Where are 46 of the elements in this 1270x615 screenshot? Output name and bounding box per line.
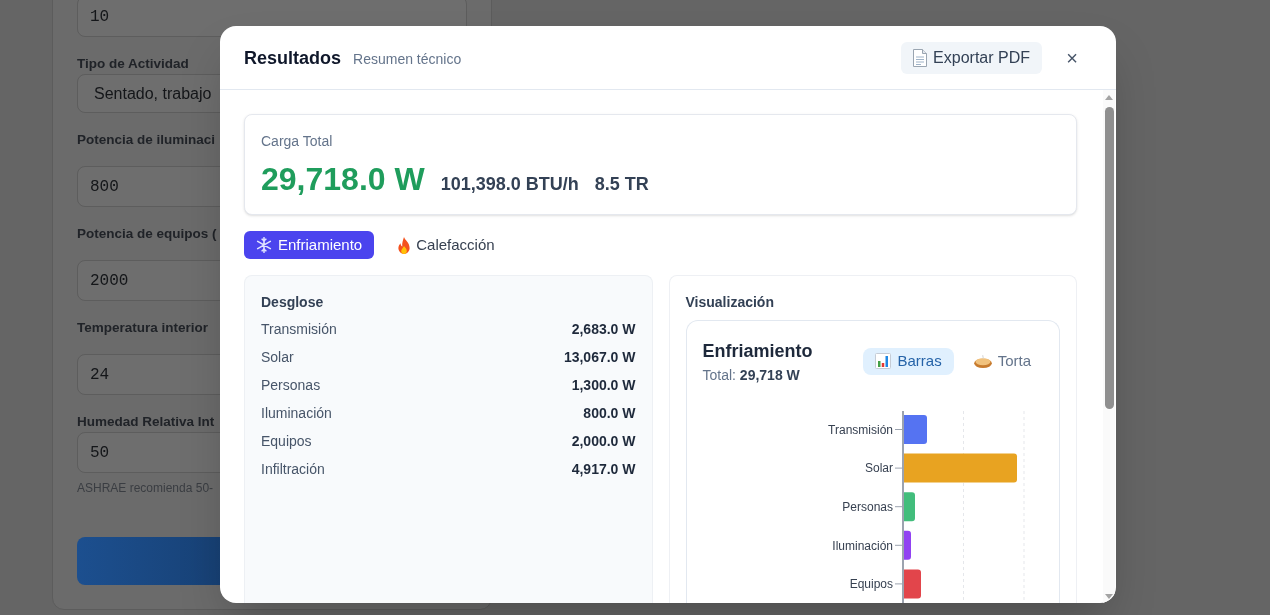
field-label: Humedad Relativa Int — [77, 413, 215, 431]
scroll-up-icon — [1105, 94, 1113, 100]
bar-chart-icon — [875, 353, 892, 369]
breakdown-label: Transmisión — [261, 320, 337, 339]
total-btu: 101,398.0 BTU/h — [440, 173, 579, 196]
document-icon — [913, 48, 928, 67]
category-label: Solar — [864, 461, 893, 476]
field-label: Temperatura interior — [77, 319, 209, 337]
category-label: Equipos — [849, 577, 893, 592]
dialog-title: Resultados — [244, 46, 342, 70]
breakdown-label: Personas — [261, 376, 321, 395]
visualization-title: Visualización — [685, 293, 774, 312]
total-watts: 29,718.0 W — [261, 161, 425, 197]
mode-tab[interactable]: Enfriamiento — [244, 231, 375, 259]
scrollbar-thumb[interactable] — [1104, 107, 1114, 409]
snowflake-icon — [256, 237, 272, 253]
breakdown-label: Equipos — [261, 432, 312, 451]
breakdown-label: Solar — [261, 348, 294, 367]
chart-title: Enfriamiento — [702, 340, 813, 363]
total-tons: 8.5 TR — [594, 173, 649, 196]
breakdown-value: 13,067.0 W — [563, 348, 636, 367]
pie-icon — [973, 354, 992, 368]
breakdown-label: Infiltración — [261, 460, 325, 479]
field-label: Tipo de Actividad — [77, 55, 189, 73]
dialog-subtitle: Resumen técnico — [353, 49, 462, 69]
breakdown-value: 800.0 W — [583, 404, 636, 423]
chart-view-button[interactable]: Torta — [961, 347, 1043, 375]
breakdown-value: 2,000.0 W — [571, 432, 636, 451]
mode-tab[interactable]: Calefacción — [386, 231, 507, 259]
breakdown-value: 4,917.0 W — [571, 460, 636, 479]
field-label: Potencia de equipos ( — [77, 225, 217, 243]
breakdown-title: Desglose — [261, 293, 324, 312]
category-label: Personas — [841, 499, 893, 514]
chart-total: Total: 29,718 W — [702, 366, 800, 385]
close-button[interactable]: × — [1056, 41, 1088, 74]
breakdown-label: Iluminación — [261, 404, 332, 423]
category-label: Transmisión — [827, 422, 893, 437]
export-pdf-button[interactable]: Exportar PDF — [901, 41, 1042, 74]
breakdown-value: 2,683.0 W — [571, 320, 636, 339]
field-label: Potencia de iluminaci — [77, 131, 216, 149]
breakdown-value: 1,300.0 W — [571, 376, 636, 395]
category-label: Iluminación — [831, 538, 893, 553]
chart-view-button[interactable]: Barras — [863, 347, 954, 375]
scroll-down-icon — [1105, 593, 1113, 599]
total-load-label: Carga Total — [261, 132, 333, 151]
flame-icon — [398, 236, 411, 254]
